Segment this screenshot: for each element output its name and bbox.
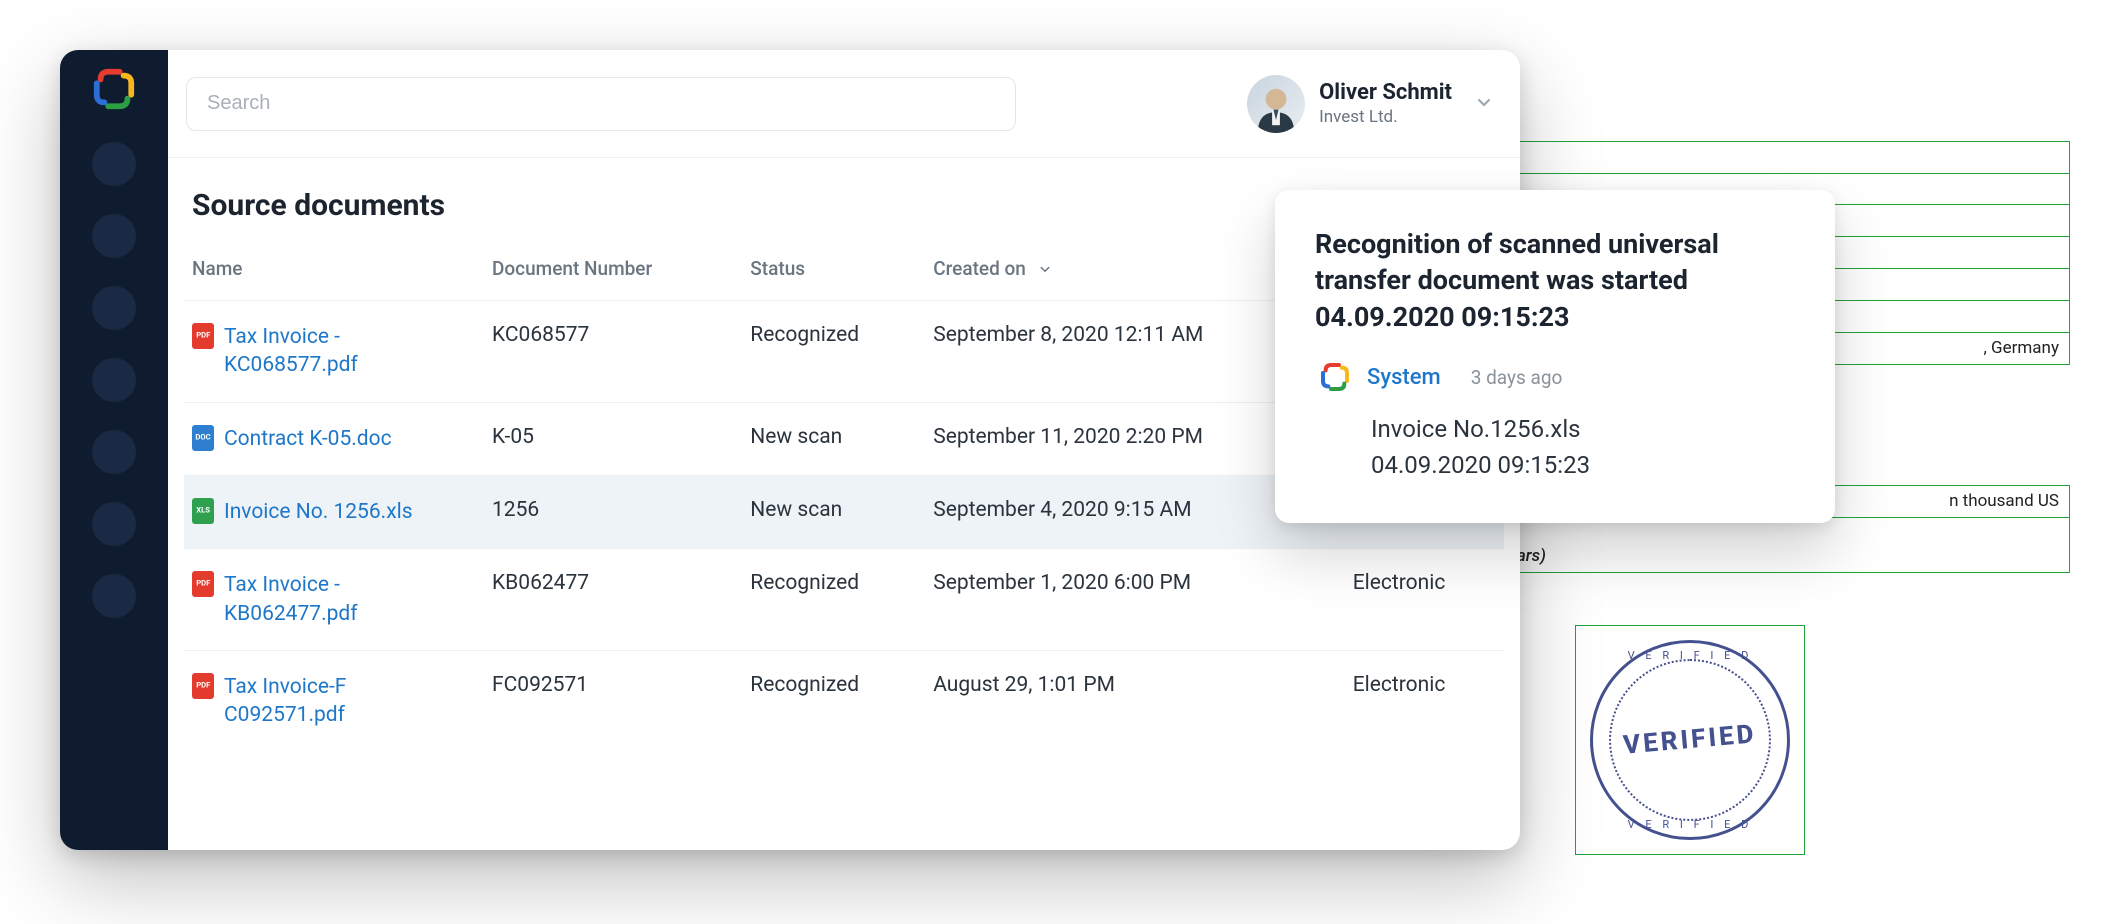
- cell-created-on: August 29, 1:01 PM: [925, 651, 1345, 752]
- document-link[interactable]: Tax Invoice - KC068577.pdf: [224, 323, 454, 380]
- toast-title: Recognition of scanned universal transfe…: [1315, 226, 1795, 335]
- notification-toast: Recognition of scanned universal transfe…: [1275, 190, 1835, 523]
- col-status[interactable]: Status: [742, 245, 925, 301]
- search-input[interactable]: [186, 77, 1016, 131]
- cell-type: Electronic: [1345, 549, 1504, 651]
- cell-name: PDF Tax Invoice - KB062477.pdf: [184, 549, 484, 651]
- sidebar-nav-item-4[interactable]: [92, 358, 136, 402]
- sidebar-nav-item-5[interactable]: [92, 430, 136, 474]
- topbar: Oliver Schmit Invest Ltd.: [168, 50, 1520, 158]
- user-menu[interactable]: Oliver Schmit Invest Ltd.: [1247, 75, 1492, 133]
- chevron-down-icon: [1039, 263, 1051, 279]
- sidebar-nav-item-3[interactable]: [92, 286, 136, 330]
- cell-doc-number: K-05: [484, 402, 742, 475]
- file-xls-icon: XLS: [192, 498, 214, 524]
- cell-status: Recognized: [742, 549, 925, 651]
- cell-name: PDF Tax Invoice-F C092571.pdf: [184, 651, 484, 752]
- file-pdf-icon: PDF: [192, 323, 214, 349]
- sidebar-nav-item-2[interactable]: [92, 214, 136, 258]
- sidebar-nav-item-1[interactable]: [92, 142, 136, 186]
- toast-line1: Invoice No.1256.xls: [1371, 411, 1795, 447]
- user-company: Invest Ltd.: [1319, 107, 1452, 127]
- app-logo-icon: [89, 64, 139, 114]
- user-name: Oliver Schmit: [1319, 80, 1452, 105]
- cell-status: Recognized: [742, 301, 925, 403]
- cell-status: New scan: [742, 402, 925, 475]
- cell-status: New scan: [742, 476, 925, 549]
- cell-type: Electronic: [1345, 651, 1504, 752]
- document-link[interactable]: Invoice No. 1256.xls: [224, 498, 413, 526]
- cell-doc-number: KB062477: [484, 549, 742, 651]
- file-pdf-icon: PDF: [192, 571, 214, 597]
- toast-age: 3 days ago: [1471, 366, 1563, 389]
- document-link[interactable]: Contract K-05.doc: [224, 425, 392, 453]
- sidebar-nav-item-7[interactable]: [92, 574, 136, 618]
- sidebar-nav-item-6[interactable]: [92, 502, 136, 546]
- document-link[interactable]: Tax Invoice-F C092571.pdf: [224, 673, 454, 730]
- file-pdf-icon: PDF: [192, 673, 214, 699]
- cell-doc-number: FC092571: [484, 651, 742, 752]
- cell-name: DOC Contract K-05.doc: [184, 402, 484, 475]
- avatar: [1247, 75, 1305, 133]
- verified-stamp: V E R I F I E D VERIFIED V E R I F I E D: [1575, 625, 1805, 855]
- toast-system-label: System: [1367, 365, 1441, 390]
- file-doc-icon: DOC: [192, 425, 214, 451]
- cell-doc-number: KC068577: [484, 301, 742, 403]
- cell-name: XLS Invoice No. 1256.xls: [184, 476, 484, 549]
- col-name[interactable]: Name: [184, 245, 484, 301]
- system-logo-icon: [1319, 361, 1351, 393]
- table-row[interactable]: PDF Tax Invoice-F C092571.pdf FC092571Reco…: [184, 651, 1504, 752]
- chevron-down-icon: [1476, 94, 1492, 114]
- cell-created-on: September 1, 2020 6:00 PM: [925, 549, 1345, 651]
- cell-doc-number: 1256: [484, 476, 742, 549]
- col-created-on-label: Created on: [933, 257, 1026, 280]
- search-container: [186, 77, 1016, 131]
- sidebar: [60, 50, 168, 850]
- col-doc-number[interactable]: Document Number: [484, 245, 742, 301]
- cell-name: PDF Tax Invoice - KC068577.pdf: [184, 301, 484, 403]
- table-row[interactable]: PDF Tax Invoice - KB062477.pdf KB062477Rec…: [184, 549, 1504, 651]
- cell-status: Recognized: [742, 651, 925, 752]
- document-link[interactable]: Tax Invoice - KB062477.pdf: [224, 571, 454, 628]
- toast-line2: 04.09.2020 09:15:23: [1371, 447, 1795, 483]
